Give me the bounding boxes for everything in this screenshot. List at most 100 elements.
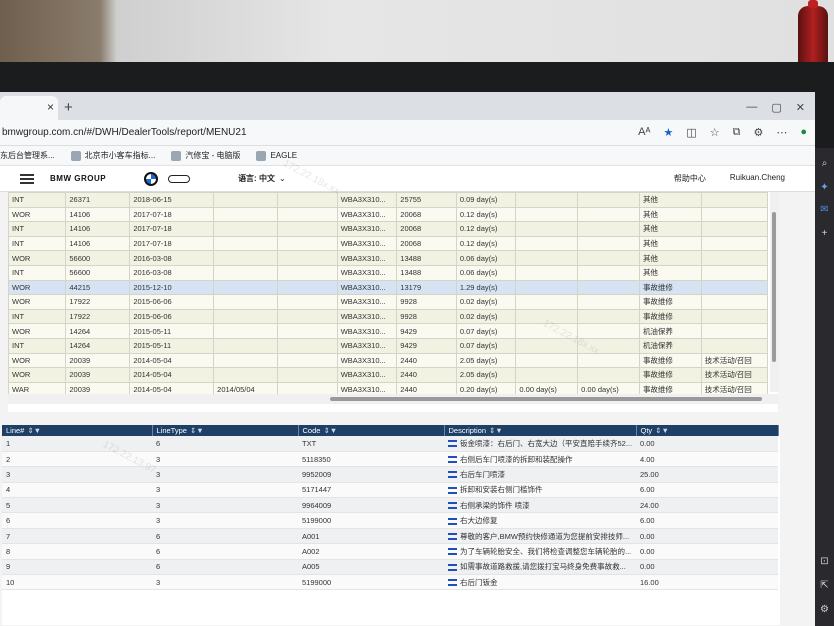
copilot-icon[interactable]: ✦ bbox=[819, 182, 830, 193]
expand-lines-icon[interactable] bbox=[448, 486, 457, 494]
search-icon[interactable]: ⌕ bbox=[819, 158, 830, 169]
add-sidebar-icon[interactable]: + bbox=[819, 228, 830, 239]
settings-gear-icon[interactable]: ⚙ bbox=[819, 604, 830, 615]
sort-filter-icon[interactable]: ⇕▼ bbox=[27, 426, 41, 435]
expand-lines-icon[interactable] bbox=[448, 548, 457, 556]
column-header-qty[interactable]: Qty ⇕▼ bbox=[636, 425, 779, 436]
vertical-scrollbar[interactable] bbox=[770, 192, 778, 392]
screenshot-icon[interactable]: ⊡ bbox=[819, 556, 830, 567]
table-cell bbox=[213, 235, 279, 252]
table-cell: 25755 bbox=[396, 192, 457, 208]
expand-lines-icon[interactable] bbox=[448, 563, 457, 571]
table-row[interactable]: 6 3 5199000 右大边修复 6.00 bbox=[2, 512, 778, 529]
table-row[interactable]: 8 6 A002 为了车辆轮胎安全、我们将检查调整您车辆轮胎的... 0.00 bbox=[2, 543, 778, 560]
column-header-description[interactable]: Description ⇕▼ bbox=[444, 425, 637, 436]
open-external-icon[interactable]: ⇱ bbox=[819, 580, 830, 591]
favorites-icon[interactable]: ☆ bbox=[710, 126, 720, 139]
sort-filter-icon[interactable]: ⇕▼ bbox=[655, 426, 669, 435]
table-row[interactable]: INT 56600 2016-03-08 WBA3X310... 13488 0.06 d… bbox=[8, 264, 769, 281]
table-cell bbox=[700, 323, 769, 339]
table-row[interactable]: INT 14106 2017-07-18 WBA3X310... 20068 0.12 d… bbox=[8, 235, 769, 252]
table-row[interactable]: WOR 14264 2015-05-11 WBA3X310... 9429 0.07 da… bbox=[8, 323, 769, 339]
tab-close-icon[interactable]: × bbox=[47, 100, 54, 114]
table-cell bbox=[577, 235, 640, 252]
table-row[interactable]: 3 3 9952009 右后车门喷漆 25.00 bbox=[2, 466, 778, 483]
description-text: 右大边修复 bbox=[460, 516, 498, 526]
horizontal-scrollbar[interactable] bbox=[8, 394, 778, 404]
user-menu[interactable]: Ruikuan.Cheng bbox=[730, 173, 785, 184]
table-cell bbox=[213, 206, 279, 223]
bookmark-item[interactable]: 汽修宝 - 电脑版 bbox=[171, 150, 240, 161]
line-cell: 10 bbox=[2, 574, 152, 591]
column-header-linetype[interactable]: LineType ⇕▼ bbox=[152, 425, 299, 436]
table-cell bbox=[277, 192, 338, 208]
sort-filter-icon[interactable]: ⇕▼ bbox=[489, 426, 503, 435]
extensions-icon[interactable]: ⚙ bbox=[753, 126, 763, 139]
favorite-star-icon[interactable]: ★ bbox=[663, 126, 673, 139]
expand-lines-icon[interactable] bbox=[448, 517, 457, 525]
table-cell bbox=[213, 323, 279, 339]
column-header-line[interactable]: Line# ⇕▼ bbox=[2, 425, 153, 436]
table-cell bbox=[577, 264, 640, 281]
table-row[interactable]: WOR 20039 2014-05-04 WBA3X310... 2440 2.05 da… bbox=[8, 352, 769, 369]
table-row[interactable]: INT 14264 2015-05-11 WBA3X310... 9429 0.07 da… bbox=[8, 337, 769, 354]
chevron-down-icon[interactable]: ⌄ bbox=[279, 174, 286, 183]
table-cell: 0.12 day(s) bbox=[455, 221, 517, 237]
expand-lines-icon[interactable] bbox=[448, 533, 457, 541]
restore-icon[interactable]: ▢ bbox=[771, 101, 781, 114]
outlook-icon[interactable]: ✉ bbox=[819, 204, 830, 215]
help-center-menu[interactable]: 帮助中心 bbox=[674, 173, 706, 184]
table-row[interactable]: 2 3 5118350 右侧后车门喷漆的拆卸和装配操作 4.00 bbox=[2, 451, 778, 468]
qty-cell: 25.00 bbox=[636, 466, 778, 483]
split-screen-icon[interactable]: ◫ bbox=[686, 126, 696, 139]
sort-filter-icon[interactable]: ⇕▼ bbox=[190, 426, 204, 435]
new-tab-icon[interactable]: + bbox=[64, 99, 73, 120]
code-cell: A001 bbox=[298, 528, 444, 545]
table-row[interactable]: INT 14106 2017-07-18 WBA3X310... 20068 0.12 d… bbox=[8, 221, 769, 237]
table-row[interactable]: WOR 14106 2017-07-18 WBA3X310... 20068 0.12 d… bbox=[8, 206, 769, 223]
expand-lines-icon[interactable] bbox=[448, 579, 457, 587]
column-header-code[interactable]: Code ⇕▼ bbox=[298, 425, 445, 436]
url-field[interactable]: bmwgroup.com.cn/#/DWH/DealerTools/report… bbox=[0, 127, 638, 138]
table-row[interactable]: 7 6 A001 尊敬的客户,BMW预约快修通道为您提前安排技师... 0.00 bbox=[2, 528, 778, 545]
bookmark-item[interactable]: EAGLE bbox=[256, 150, 297, 161]
table-row[interactable]: 5 3 9964009 右侧承梁的饰件 喷漆 24.00 bbox=[2, 497, 778, 514]
table-cell: 14106 bbox=[65, 235, 131, 252]
table-cell bbox=[700, 264, 769, 281]
bookmark-item[interactable]: 东后台管理系... bbox=[0, 150, 55, 161]
table-row[interactable]: WOR 44215 2015-12-10 WBA3X310... 13179 1.29 d… bbox=[8, 279, 769, 296]
scroll-thumb[interactable] bbox=[330, 397, 762, 401]
table-row[interactable]: 9 6 A005 如需事故道路救援,请您拨打宝马终身免费事故救... 0.00 bbox=[2, 559, 778, 576]
table-cell: 20068 bbox=[396, 221, 457, 237]
profile-icon[interactable]: ● bbox=[800, 126, 807, 139]
close-window-icon[interactable]: ✕ bbox=[796, 101, 805, 114]
read-aloud-icon[interactable]: Aᴬ bbox=[638, 126, 650, 139]
table-row[interactable]: WOR 56600 2016-03-08 WBA3X310... 13488 0.06 d… bbox=[8, 250, 769, 266]
table-row[interactable]: WOR 17922 2015-06-06 WBA3X310... 9928 0.02 da… bbox=[8, 294, 769, 310]
table-cell: 20068 bbox=[396, 235, 457, 252]
scroll-thumb[interactable] bbox=[772, 212, 776, 362]
expand-lines-icon[interactable] bbox=[448, 471, 457, 479]
collections-icon[interactable]: ⧉ bbox=[733, 126, 741, 139]
table-row[interactable]: 1 6 TXT 钣金喷漆：右后门、右宽大边（平安直赔手续齐52... 0.00 bbox=[2, 436, 778, 452]
table-row[interactable]: WOR 20039 2014-05-04 WBA3X310... 2440 2.05 da… bbox=[8, 367, 769, 383]
hamburger-menu-icon[interactable] bbox=[20, 173, 34, 184]
browser-tab[interactable]: × bbox=[0, 96, 58, 120]
minimize-icon[interactable]: — bbox=[746, 101, 757, 114]
expand-lines-icon[interactable] bbox=[448, 456, 457, 464]
table-row[interactable]: INT 26371 2018-06-15 WBA3X310... 25755 0.09 d… bbox=[8, 192, 769, 208]
more-menu-icon[interactable]: ⋯ bbox=[776, 126, 787, 139]
description-cell: 右侧承梁的饰件 喷漆 bbox=[444, 497, 636, 514]
table-row[interactable]: 10 3 5199000 右后门钣金 16.00 bbox=[2, 574, 778, 591]
table-cell: WBA3X310... bbox=[336, 323, 398, 339]
expand-lines-icon[interactable] bbox=[448, 440, 457, 448]
table-cell: 技术活动/召回 bbox=[700, 367, 769, 383]
table-row[interactable]: INT 17922 2015-06-06 WBA3X310... 9928 0.02 da… bbox=[8, 308, 769, 325]
table-row[interactable]: 4 3 5171447 拆卸和安装右侧门槛饰件 6.00 bbox=[2, 482, 778, 499]
bookmark-item[interactable]: 北京市小客车指标... bbox=[70, 150, 155, 161]
expand-lines-icon[interactable] bbox=[448, 502, 457, 510]
language-selector[interactable]: 语言: 中文 bbox=[238, 173, 275, 184]
table-cell: 2017-07-18 bbox=[129, 235, 215, 252]
sort-filter-icon[interactable]: ⇕▼ bbox=[323, 426, 337, 435]
service-history-table: INT 26371 2018-06-15 WBA3X310... 25755 0.09 d… bbox=[8, 192, 769, 398]
